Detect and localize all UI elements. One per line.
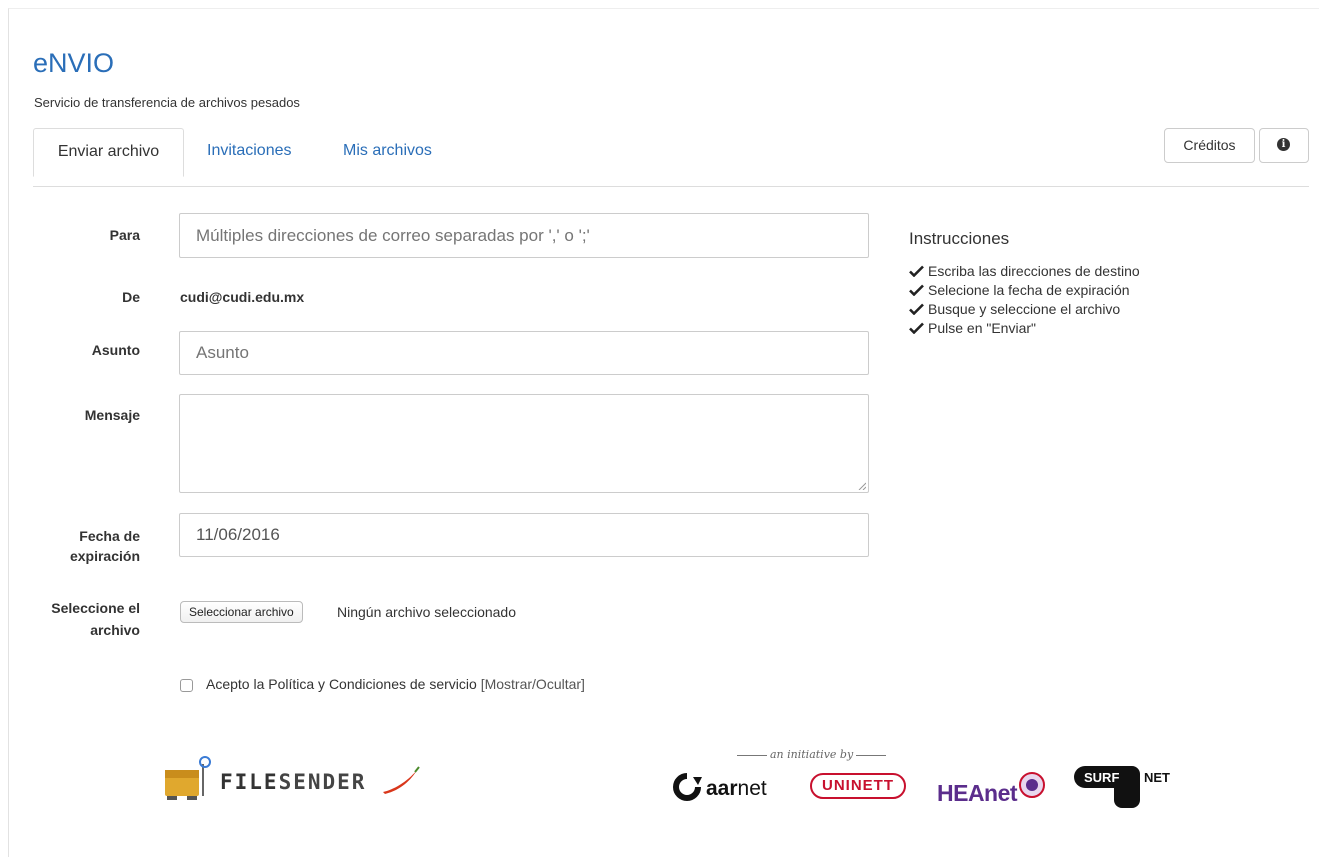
check-icon	[909, 322, 924, 334]
heanet-globe-icon	[1019, 772, 1046, 798]
instructions-list: Escriba las direcciones de destino Selec…	[909, 262, 1140, 338]
expiry-label: Fecha de expiración	[40, 526, 140, 566]
resize-grip-icon[interactable]	[858, 482, 866, 490]
initiative-caption: an initiative by	[734, 748, 889, 761]
info-button[interactable]: i	[1259, 128, 1309, 163]
app-subtitle: Servicio de transferencia de archivos pe…	[34, 95, 300, 110]
filesender-logo[interactable]: FILESENDER	[163, 756, 423, 806]
terms-toggle-link[interactable]: [Mostrar/Ocultar]	[481, 676, 585, 692]
instruction-item: Escriba las direcciones de destino	[909, 262, 1140, 281]
instruction-item: Busque y seleccione el archivo	[909, 300, 1140, 319]
surfnet-logo[interactable]: SURF NET	[1074, 764, 1184, 810]
to-label: Para	[109, 227, 140, 243]
expiry-label-line2: expiración	[69, 548, 140, 564]
file-label-line1: Seleccione el	[51, 600, 140, 616]
info-circle-icon: i	[1277, 138, 1290, 151]
subject-input[interactable]	[179, 331, 869, 375]
terms-checkbox[interactable]	[180, 679, 193, 692]
tab-invitaciones[interactable]: Invitaciones	[207, 128, 292, 174]
expiry-label-line1: Fecha de	[79, 528, 140, 544]
instruction-item: Selecione la fecha de expiración	[909, 281, 1140, 300]
expiry-date-input[interactable]	[179, 513, 869, 557]
surfnet-net-text: NET	[1144, 770, 1170, 785]
instructions-title: Instrucciones	[909, 229, 1010, 248]
tab-mis-archivos[interactable]: Mis archivos	[343, 128, 432, 174]
uninett-logo[interactable]: UNINETT	[810, 773, 906, 799]
file-label-line2: archivo	[90, 622, 140, 638]
check-icon	[909, 303, 924, 315]
tab-enviar-archivo[interactable]: Enviar archivo	[33, 128, 184, 177]
check-icon	[909, 284, 924, 296]
to-input[interactable]	[179, 213, 869, 258]
filesender-wordmark: FILESENDER	[220, 770, 367, 794]
select-file-button[interactable]: Seleccionar archivo	[180, 601, 303, 623]
app-title[interactable]: eNVIO	[33, 48, 114, 79]
chili-icon	[383, 766, 420, 794]
aarnet-logo[interactable]: aarnet	[668, 773, 767, 801]
from-label: De	[122, 289, 140, 305]
message-label: Mensaje	[84, 407, 140, 423]
tab-bar: Enviar archivo Invitaciones Mis archivos…	[33, 128, 1309, 187]
heanet-logo[interactable]: HEAnet	[937, 771, 1047, 807]
subject-label: Asunto	[91, 342, 140, 358]
credits-button[interactable]: Créditos	[1164, 128, 1255, 163]
aarnet-arrows-icon	[673, 773, 702, 801]
terms-text: Acepto la Política y Condiciones de serv…	[206, 676, 477, 692]
surfnet-surf-text: SURF	[1084, 770, 1119, 785]
filesender-box-icon	[165, 756, 211, 800]
check-icon	[909, 265, 924, 277]
file-label: Seleccione el archivo	[20, 597, 140, 641]
message-textarea[interactable]	[179, 394, 869, 493]
terms-label: Acepto la Política y Condiciones de serv…	[206, 676, 585, 692]
file-status: Ningún archivo seleccionado	[337, 604, 516, 620]
instruction-item: Pulse en "Enviar"	[909, 319, 1140, 338]
from-value: cudi@cudi.edu.mx	[180, 289, 305, 305]
